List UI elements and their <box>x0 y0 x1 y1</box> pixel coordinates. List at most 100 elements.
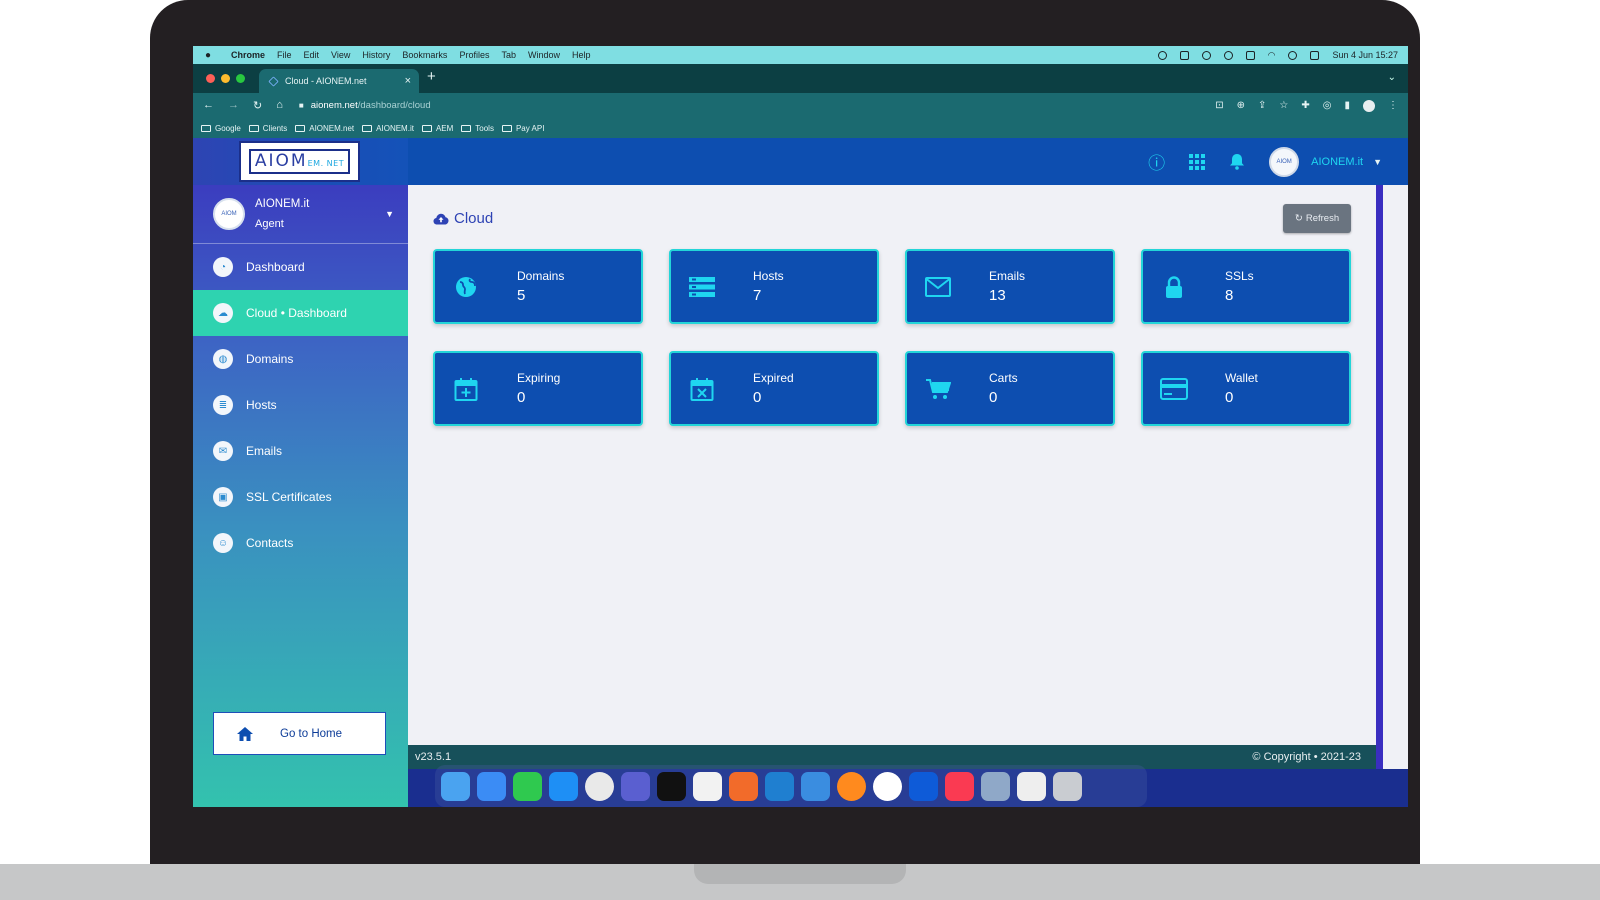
trash-icon[interactable] <box>1053 771 1082 801</box>
facetime-icon[interactable] <box>513 771 542 801</box>
chrome-icon[interactable] <box>585 771 614 801</box>
bookmark-tools[interactable]: Tools <box>461 124 494 133</box>
close-tab-icon[interactable]: × <box>405 75 411 87</box>
forward-icon[interactable]: → <box>228 99 239 112</box>
menu-help[interactable]: Help <box>572 50 591 60</box>
favicon-icon <box>268 75 279 87</box>
reload-icon[interactable]: ↻ <box>253 99 262 112</box>
sidebar-item-domains[interactable]: ◍ Domains <box>193 336 408 382</box>
profile-caret-icon[interactable]: ▼ <box>385 209 394 219</box>
intellij-icon[interactable] <box>657 771 686 801</box>
stat-card-emails[interactable]: Emails 13 <box>905 249 1115 324</box>
menu-history[interactable]: History <box>362 50 390 60</box>
documents-icon[interactable] <box>1017 771 1046 801</box>
version-text: v23.5.1 <box>415 751 452 763</box>
finder-icon[interactable] <box>441 771 470 801</box>
user-menu-name[interactable]: AIONEM.it <box>1311 156 1363 168</box>
wifi-icon[interactable]: ◠ <box>1268 50 1276 61</box>
stat-card-hosts[interactable]: Hosts 7 <box>669 249 879 324</box>
music-icon[interactable] <box>945 771 974 801</box>
logo-area: AIOMEM. NET <box>193 138 408 185</box>
app-store-icon[interactable] <box>549 771 578 801</box>
vscode-icon[interactable] <box>765 771 794 801</box>
bookmark-aem[interactable]: AEM <box>421 124 453 133</box>
bookmark-clients[interactable]: Clients <box>248 124 287 133</box>
zoom-icon[interactable]: ⊕ <box>1237 100 1245 111</box>
control-center-icon[interactable] <box>1310 50 1320 60</box>
help-icon[interactable]: ⓘ <box>1148 149 1165 174</box>
teams-icon[interactable] <box>621 771 650 801</box>
minimize-window-button[interactable] <box>221 74 230 83</box>
sidebar-item-dashboard[interactable]: ◔ Dashboard <box>193 244 408 290</box>
address-bar[interactable]: ■ aionem.net/dashboard/cloud <box>299 100 431 111</box>
menu-edit[interactable]: Edit <box>304 50 320 60</box>
share-icon[interactable]: ⇪ <box>1258 100 1266 111</box>
stat-card-wallet[interactable]: Wallet 0 <box>1141 351 1351 426</box>
apps-grid-icon[interactable] <box>1189 153 1206 170</box>
sidebar-item-ssl-certificates[interactable]: ▣ SSL Certificates <box>193 474 408 520</box>
sidebar-item-label: Hosts <box>246 398 277 412</box>
stat-card-carts[interactable]: Carts 0 <box>905 351 1115 426</box>
drive-icon[interactable] <box>1179 50 1189 60</box>
menu-app-name[interactable]: Chrome <box>231 50 265 60</box>
site-logo[interactable]: AIOMEM. NET <box>239 141 360 182</box>
status-icon[interactable] <box>1157 50 1167 60</box>
go-to-home-label: Go to Home <box>280 727 342 740</box>
bookmark-star-icon[interactable]: ☆ <box>1279 100 1288 111</box>
extensions-icon[interactable]: ✚ <box>1301 100 1309 111</box>
back-icon[interactable]: ← <box>203 99 214 112</box>
user-avatar[interactable]: AIOM <box>1269 146 1300 177</box>
aionem-app-icon[interactable] <box>873 771 902 801</box>
teamviewer-icon[interactable] <box>909 771 938 801</box>
new-tab-button[interactable]: + <box>427 68 436 85</box>
browser-menu-icon[interactable]: ⋮ <box>1388 100 1398 111</box>
menu-profiles[interactable]: Profiles <box>459 50 489 60</box>
close-window-button[interactable] <box>206 74 215 83</box>
preview-icon[interactable] <box>981 771 1010 801</box>
mail-icon[interactable] <box>477 771 506 801</box>
sidebar-item-cloud-dashboard[interactable]: ☁ Cloud • Dashboard <box>193 290 408 336</box>
sidebar-profile[interactable]: AIOM AIONEM.it Agent ▼ <box>193 185 408 244</box>
menu-bookmarks[interactable]: Bookmarks <box>402 50 447 60</box>
sidebar-item-hosts[interactable]: ≣ Hosts <box>193 382 408 428</box>
stat-card-expiring[interactable]: Expiring 0 <box>433 351 643 426</box>
xcode-icon[interactable] <box>801 771 830 801</box>
firefox-icon[interactable] <box>837 771 866 801</box>
url-host: aionem.net <box>310 100 358 111</box>
stat-card-ssls[interactable]: SSLs 8 <box>1141 249 1351 324</box>
cloud-sync-icon[interactable] <box>1223 50 1233 60</box>
bell-icon[interactable] <box>1229 153 1245 170</box>
bookmark-aionem-net[interactable]: AIONEM.net <box>295 124 354 133</box>
bookmark-pay-api[interactable]: Pay API <box>501 124 544 133</box>
menubar-clock[interactable]: Sun 4 Jun 15:27 <box>1332 50 1398 60</box>
sidebar-item-contacts[interactable]: ☺ Contacts <box>193 520 408 566</box>
refresh-button[interactable]: ↻ Refresh <box>1283 204 1351 233</box>
sidebar-item-emails[interactable]: ✉ Emails <box>193 428 408 474</box>
browser-tab-active[interactable]: Cloud - AIONEM.net × <box>259 69 419 93</box>
menu-tab[interactable]: Tab <box>501 50 516 60</box>
side-panel-icon[interactable]: ▮ <box>1344 100 1350 111</box>
maximize-window-button[interactable] <box>236 74 245 83</box>
bookmark-aionem-it[interactable]: AIONEM.it <box>362 124 414 133</box>
play-icon[interactable] <box>1201 50 1211 60</box>
spotlight-search-icon[interactable] <box>1288 50 1298 60</box>
menu-file[interactable]: File <box>277 50 292 60</box>
menu-view[interactable]: View <box>331 50 350 60</box>
go-to-home-button[interactable]: Go to Home <box>213 712 386 755</box>
profile-icon[interactable] <box>1363 99 1375 112</box>
tab-search-chevron-icon[interactable]: ⌄ <box>1388 72 1396 83</box>
xcode-instruments-icon[interactable] <box>693 771 722 801</box>
battery-icon[interactable] <box>1245 50 1255 60</box>
stat-card-expired[interactable]: Expired 0 <box>669 351 879 426</box>
sublime-icon[interactable] <box>729 771 758 801</box>
menu-window[interactable]: Window <box>528 50 560 60</box>
bookmark-google[interactable]: Google <box>201 124 241 133</box>
stat-card-domains[interactable]: Domains 5 <box>433 249 643 324</box>
apple-icon[interactable]: ● <box>205 50 219 61</box>
sync-icon[interactable]: ◎ <box>1323 100 1332 111</box>
home-icon[interactable]: ⌂ <box>276 99 283 112</box>
user-menu-caret-icon[interactable]: ▼ <box>1373 157 1382 167</box>
mac-dock <box>435 765 1147 807</box>
install-app-icon[interactable]: ⊡ <box>1215 100 1223 111</box>
folder-icon <box>201 124 211 132</box>
